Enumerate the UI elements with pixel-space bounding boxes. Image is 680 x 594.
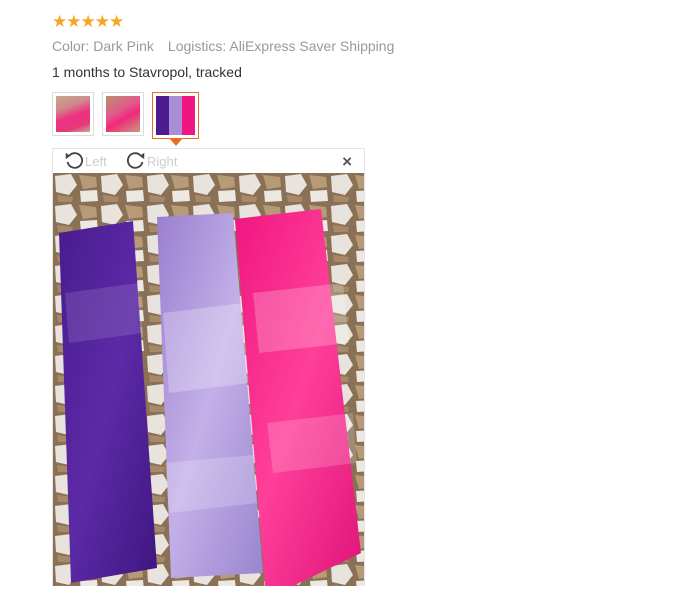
color-info: Color: Dark Pink (52, 38, 154, 54)
review-meta: Color: Dark Pink Logistics: AliExpress Sa… (52, 38, 394, 54)
thumbnail-image (56, 96, 90, 132)
rotate-left-button[interactable]: Left (63, 149, 107, 173)
rotate-right-button[interactable]: Right (125, 149, 177, 173)
delivery-info: 1 months to Stavropol, tracked (52, 64, 242, 80)
thumbnail-2[interactable] (102, 92, 144, 136)
thumbnail-image (156, 96, 195, 135)
viewer-toolbar: Left Right × (53, 149, 364, 173)
rotate-left-icon (65, 152, 84, 169)
rotate-right-label: Right (147, 153, 178, 169)
thumbnail-3-selected[interactable] (152, 92, 199, 146)
star-icon: ★ (52, 12, 67, 31)
thumbnail-strip (52, 92, 207, 146)
photo-three-bags (53, 173, 364, 586)
star-rating: ★ ★ ★ ★ ★ (52, 12, 124, 31)
star-icon: ★ (80, 12, 96, 31)
image-viewer: Left Right × (52, 148, 365, 586)
star-icon: ★ (66, 12, 81, 31)
rotate-right-icon (126, 152, 145, 169)
thumbnail-image (106, 96, 140, 132)
review-photo (53, 173, 364, 586)
star-icon: ★ (109, 12, 124, 31)
logistics-info: Logistics: AliExpress Saver Shipping (167, 38, 395, 54)
rotate-left-label: Left (85, 153, 107, 169)
close-icon[interactable]: × (342, 152, 352, 172)
thumbnail-1[interactable] (52, 92, 94, 136)
star-icon: ★ (94, 12, 110, 31)
